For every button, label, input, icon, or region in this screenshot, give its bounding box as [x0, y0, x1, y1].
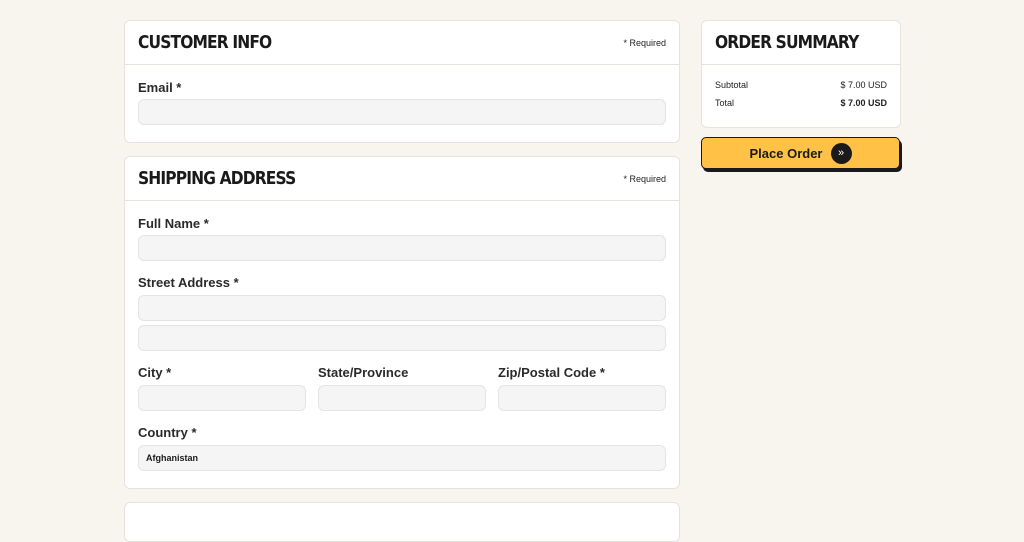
place-order-button[interactable]: Place Order »: [701, 137, 900, 169]
street-address-line2-input[interactable]: [138, 325, 666, 351]
city-label: City *: [138, 365, 172, 380]
street-address-label: Street Address *: [138, 275, 239, 290]
shipping-address-header: SHIPPING ADDRESS * Required: [125, 157, 679, 201]
double-chevron-right-icon: »: [830, 142, 852, 164]
total-row: Total $ 7.00 USD: [715, 98, 887, 108]
customer-info-header: CUSTOMER INFO * Required: [125, 21, 679, 65]
order-summary-header: ORDER SUMMARY: [702, 21, 900, 65]
order-summary-title: ORDER SUMMARY: [715, 32, 859, 53]
total-value: $ 7.00 USD: [840, 98, 887, 108]
email-label: Email *: [138, 80, 182, 95]
subtotal-label: Subtotal: [715, 80, 749, 90]
full-name-input[interactable]: [138, 235, 666, 261]
street-address-line1-input[interactable]: [138, 295, 666, 321]
customer-info-card: CUSTOMER INFO * Required Email *: [124, 20, 680, 143]
shipping-address-card: SHIPPING ADDRESS * Required Full Name * …: [124, 156, 680, 489]
country-select[interactable]: Afghanistan: [138, 445, 666, 471]
country-label: Country *: [138, 425, 197, 440]
place-order-label: Place Order: [749, 145, 823, 161]
zip-postal-code-label: Zip/Postal Code *: [498, 365, 605, 380]
subtotal-row: Subtotal $ 7.00 USD: [715, 80, 887, 90]
order-summary-card: ORDER SUMMARY Subtotal $ 7.00 USD Total …: [701, 20, 901, 128]
total-label: Total: [715, 98, 735, 108]
email-input[interactable]: [138, 99, 666, 125]
shipping-address-title: SHIPPING ADDRESS: [138, 168, 296, 189]
state-province-label: State/Province: [318, 365, 409, 380]
required-note: * Required: [623, 37, 666, 48]
full-name-label: Full Name *: [138, 216, 209, 231]
next-section-card: [124, 502, 680, 542]
city-input[interactable]: [138, 385, 306, 411]
required-note: * Required: [623, 173, 666, 184]
customer-info-title: CUSTOMER INFO: [138, 32, 272, 53]
subtotal-value: $ 7.00 USD: [840, 80, 887, 90]
state-province-input[interactable]: [318, 385, 486, 411]
zip-postal-code-input[interactable]: [498, 385, 666, 411]
